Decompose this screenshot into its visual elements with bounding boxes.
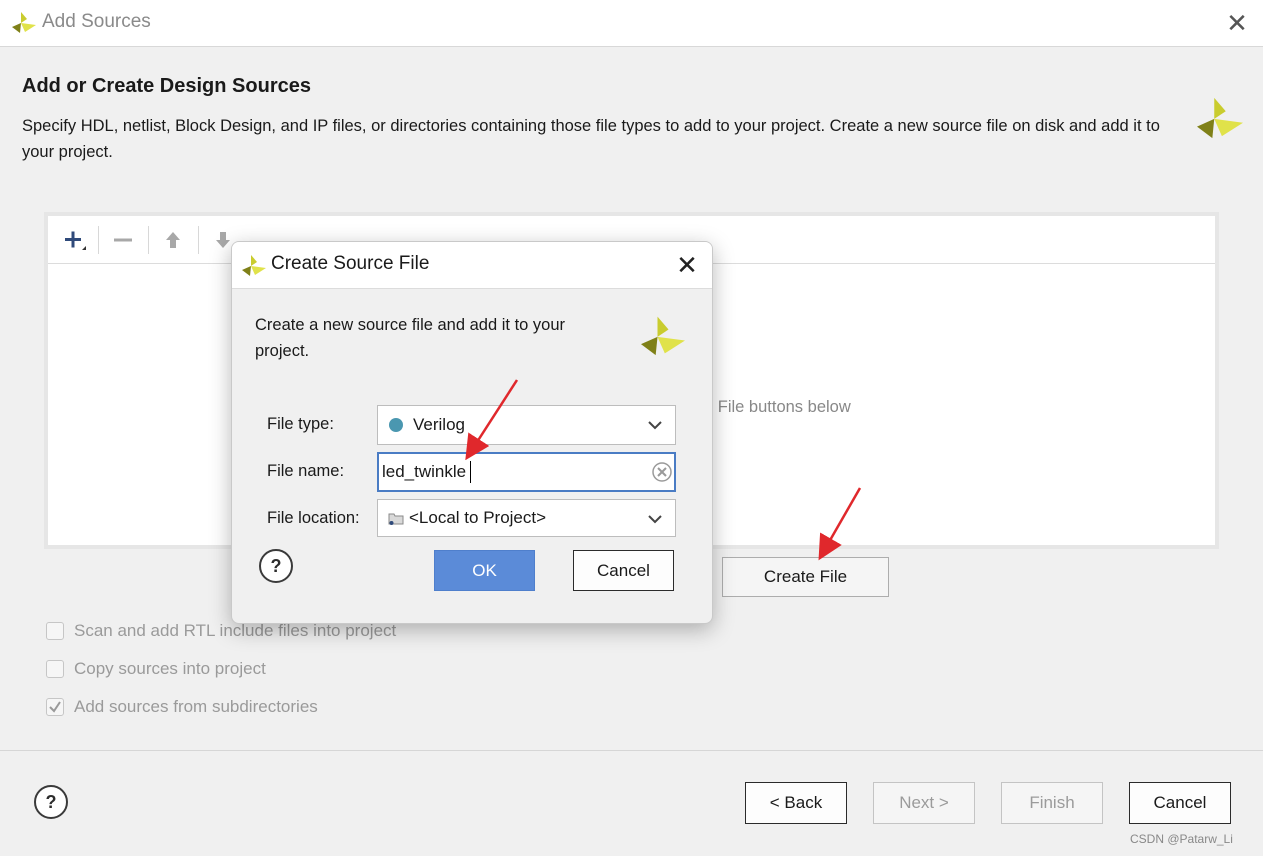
dialog-title: Create Source File — [271, 253, 430, 274]
chevron-down-icon — [648, 515, 662, 524]
move-up-icon[interactable] — [158, 225, 188, 255]
next-button[interactable]: Next > — [873, 782, 975, 824]
toolbar-separator — [198, 226, 199, 254]
dialog-help-button[interactable]: ? — [259, 549, 293, 583]
window-titlebar — [0, 0, 1263, 47]
file-name-label: File name: — [267, 462, 345, 480]
file-type-select[interactable]: Verilog — [377, 405, 676, 445]
vivado-logo-icon — [1197, 97, 1243, 139]
copy-sources-label: Copy sources into project — [74, 659, 266, 678]
scan-rtl-checkbox[interactable] — [46, 622, 64, 640]
create-file-button[interactable]: Create File — [722, 557, 889, 597]
ok-button[interactable]: OK — [434, 550, 535, 591]
file-location-select[interactable]: <Local to Project> — [377, 499, 676, 537]
back-button[interactable]: < Back — [745, 782, 847, 824]
clear-icon[interactable] — [652, 462, 672, 482]
cancel-button[interactable]: Cancel — [1129, 782, 1231, 824]
toolbar-separator — [98, 226, 99, 254]
verilog-dot-icon — [389, 418, 403, 432]
remove-icon[interactable] — [108, 225, 138, 255]
scan-rtl-label: Scan and add RTL include files into proj… — [74, 621, 397, 640]
file-type-label: File type: — [267, 415, 334, 433]
page-title: Add or Create Design Sources — [22, 75, 311, 97]
file-name-value: led_twinkle — [382, 462, 467, 481]
copy-sources-checkbox[interactable] — [46, 660, 64, 678]
footer-divider — [0, 750, 1263, 751]
vivado-logo-icon — [12, 12, 36, 33]
finish-button[interactable]: Finish — [1001, 782, 1103, 824]
folder-icon — [388, 513, 404, 525]
dialog-close-icon[interactable]: ✕ — [672, 250, 702, 280]
vivado-logo-icon — [641, 316, 685, 356]
file-location-value: <Local to Project> — [409, 508, 547, 527]
add-subdirectories-label: Add sources from subdirectories — [74, 697, 318, 716]
add-icon[interactable] — [58, 225, 88, 255]
vivado-logo-icon — [242, 255, 266, 276]
file-location-label: File location: — [267, 509, 360, 527]
window-title: Add Sources — [42, 11, 151, 32]
file-type-value: Verilog — [413, 415, 465, 434]
empty-list-hint: e File buttons below — [704, 398, 851, 416]
checkmark-icon — [49, 701, 61, 713]
create-source-file-dialog: Create Source File ✕ Create a new source… — [231, 241, 713, 624]
dialog-description: Create a new source file and add it to y… — [255, 316, 566, 360]
watermark: CSDN @Patarw_Li — [1130, 832, 1233, 846]
dialog-cancel-button[interactable]: Cancel — [573, 550, 674, 591]
text-cursor — [470, 461, 471, 483]
window-close-icon[interactable]: ✕ — [1222, 8, 1252, 38]
toolbar-separator — [148, 226, 149, 254]
file-name-input[interactable]: led_twinkle — [377, 452, 676, 492]
help-button[interactable]: ? — [34, 785, 68, 819]
add-subdirectories-checkbox[interactable] — [46, 698, 64, 716]
page-description: Specify HDL, netlist, Block Design, and … — [22, 117, 1160, 161]
chevron-down-icon — [648, 421, 662, 430]
